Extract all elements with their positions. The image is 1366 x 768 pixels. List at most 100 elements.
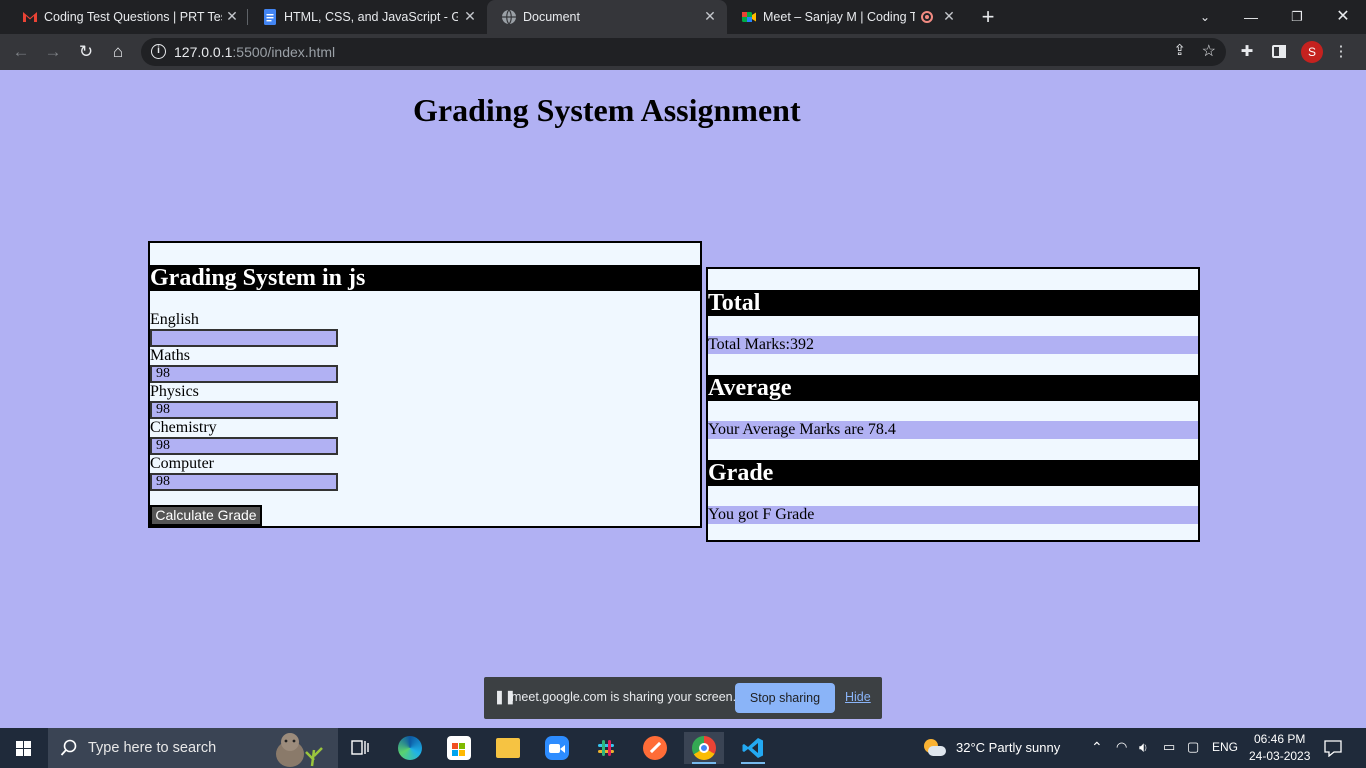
volume-icon[interactable]: 🔉︎ <box>1139 739 1148 756</box>
docs-icon <box>264 9 276 25</box>
computer-label: Computer <box>150 455 214 472</box>
extensions-puzzle-icon[interactable]: ✚ <box>1234 39 1260 65</box>
maths-input[interactable] <box>150 365 338 383</box>
battery-icon[interactable]: ▭ <box>1163 739 1175 755</box>
browser-toolbar: ← → ↻ ⌂ i 127.0.0.1:5500/index.html ⇪ ☆ … <box>0 34 1366 70</box>
physics-input[interactable] <box>150 401 338 419</box>
zoom-icon <box>545 736 569 760</box>
side-panel-icon[interactable] <box>1266 39 1292 65</box>
results-panel: Total Total Marks:392 Average Your Avera… <box>706 267 1200 542</box>
new-tab-button[interactable]: + <box>976 5 1000 29</box>
screen-share-bar: ❚❚ meet.google.com is sharing your scree… <box>484 677 882 719</box>
weather-text[interactable]: 32°C Partly sunny <box>956 740 1060 755</box>
tab-meet[interactable]: Meet – Sanjay M | Coding Te ✕ <box>727 0 965 34</box>
tab-title: Document <box>523 10 580 24</box>
tab-search-chevron-down-icon[interactable]: ⌄ <box>1182 4 1228 30</box>
url-host: 127.0.0.1 <box>174 44 233 60</box>
meet-icon <box>742 12 756 22</box>
tab-strip: Coding Test Questions | PRT Test ✕ HTML,… <box>0 0 1366 34</box>
share-status-text: meet.google.com is sharing your screen. <box>511 690 737 704</box>
windows-logo-icon <box>16 741 31 756</box>
tab-gmail[interactable]: Coding Test Questions | PRT Test ✕ <box>8 0 246 34</box>
close-tab-icon[interactable]: ✕ <box>941 8 957 24</box>
meet-now-icon[interactable]: ▢ <box>1187 739 1199 755</box>
profile-avatar[interactable]: S <box>1301 41 1323 63</box>
slack-icon <box>594 736 618 760</box>
english-label: English <box>150 311 199 328</box>
chemistry-input[interactable] <box>150 437 338 455</box>
clock-time[interactable]: 06:46 PM <box>1254 732 1305 746</box>
page-title: Grading System Assignment <box>413 92 801 128</box>
average-heading: Average <box>708 375 1198 401</box>
close-tab-icon[interactable]: ✕ <box>224 8 240 24</box>
share-icon[interactable]: ⇪ <box>1173 41 1186 59</box>
task-view-icon <box>351 740 369 755</box>
computer-input[interactable] <box>150 473 338 491</box>
address-bar[interactable]: i 127.0.0.1:5500/index.html ⇪ ☆ <box>141 38 1226 66</box>
tab-title: Meet – Sanjay M | Coding Te <box>763 10 915 24</box>
task-view-button[interactable] <box>340 732 380 764</box>
start-button[interactable] <box>0 728 48 768</box>
store-app[interactable] <box>439 732 479 764</box>
store-icon <box>447 736 471 760</box>
grading-form-panel: Grading System in js English Maths Physi… <box>148 241 702 528</box>
chrome-app[interactable] <box>684 732 724 764</box>
postman-icon <box>643 736 667 760</box>
menu-kebab-icon[interactable]: ⋮ <box>1328 39 1354 65</box>
grade-text: You got F Grade <box>708 506 1198 524</box>
recording-icon <box>921 11 933 23</box>
wifi-icon[interactable]: ◠ <box>1116 739 1127 755</box>
average-marks-text: Your Average Marks are 78.4 <box>708 421 1198 439</box>
postman-app[interactable] <box>635 732 675 764</box>
total-heading: Total <box>708 290 1198 316</box>
tab-title: HTML, CSS, and JavaScript - GRA <box>284 10 458 24</box>
weather-icon[interactable] <box>922 735 948 761</box>
forward-arrow-icon[interactable]: → <box>40 39 66 65</box>
gmail-icon <box>23 12 37 22</box>
search-highlight-icon <box>276 733 323 767</box>
tab-title: Coding Test Questions | PRT Test <box>44 10 222 24</box>
maths-label: Maths <box>150 347 190 364</box>
edge-app[interactable] <box>390 732 430 764</box>
back-arrow-icon[interactable]: ← <box>8 39 34 65</box>
minimize-button[interactable]: — <box>1228 4 1274 30</box>
tab-docs[interactable]: HTML, CSS, and JavaScript - GRA ✕ <box>248 0 486 34</box>
reload-icon[interactable]: ↻ <box>73 39 99 65</box>
grade-heading: Grade <box>708 460 1198 486</box>
search-icon <box>60 739 77 756</box>
url-path: :5500/index.html <box>232 44 336 60</box>
form-title: Grading System in js <box>150 265 700 291</box>
physics-label: Physics <box>150 383 199 400</box>
close-window-button[interactable]: ✕ <box>1320 4 1366 30</box>
stop-sharing-button[interactable]: Stop sharing <box>735 683 835 713</box>
close-tab-icon[interactable]: ✕ <box>462 8 478 24</box>
url-text: 127.0.0.1:5500/index.html <box>174 44 335 60</box>
taskbar-search-box[interactable]: Type here to search <box>48 728 338 768</box>
tab-document[interactable]: Document ✕ <box>487 0 727 34</box>
clock-date[interactable]: 24-03-2023 <box>1249 749 1310 763</box>
chrome-icon <box>692 736 716 760</box>
file-explorer-app[interactable] <box>488 732 528 764</box>
vscode-app[interactable] <box>733 732 773 764</box>
home-icon[interactable]: ⌂ <box>105 39 131 65</box>
site-info-icon[interactable]: i <box>151 44 166 59</box>
vscode-icon <box>742 738 763 758</box>
hide-link[interactable]: Hide <box>845 690 871 704</box>
folder-icon <box>496 738 520 758</box>
globe-icon <box>502 9 516 25</box>
windows-taskbar: Type here to search 32°C Partly sunny ⌃ … <box>0 728 1366 768</box>
edge-icon <box>398 736 422 760</box>
search-placeholder: Type here to search <box>88 740 217 756</box>
total-marks-text: Total Marks:392 <box>708 336 1198 354</box>
calculate-grade-button[interactable]: Calculate Grade <box>150 505 262 526</box>
restore-button[interactable]: ❐ <box>1274 4 1320 30</box>
chevron-up-icon[interactable]: ⌃ <box>1091 739 1103 756</box>
english-input[interactable] <box>150 329 338 347</box>
notifications-icon[interactable] <box>1324 739 1342 757</box>
close-tab-icon[interactable]: ✕ <box>702 8 718 24</box>
language-indicator[interactable]: ENG <box>1212 740 1238 754</box>
chemistry-label: Chemistry <box>150 419 217 436</box>
slack-app[interactable] <box>586 732 626 764</box>
bookmark-star-icon[interactable]: ☆ <box>1202 41 1216 61</box>
zoom-app[interactable] <box>537 732 577 764</box>
